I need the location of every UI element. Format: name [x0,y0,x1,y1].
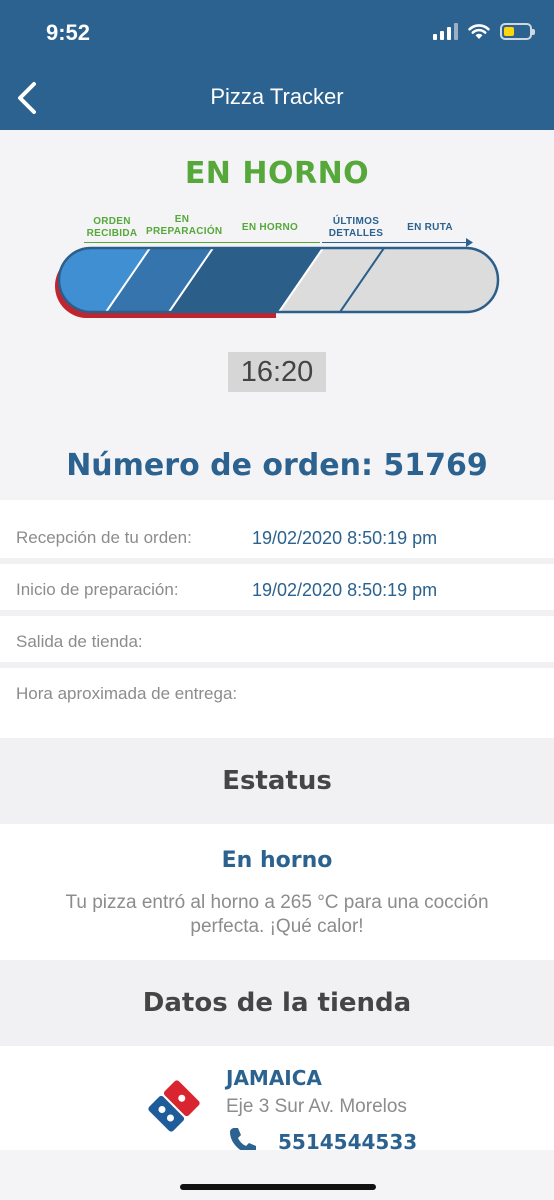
step-label-en-ruta: EN RUTA [407,222,453,233]
status-time: 9:52 [46,20,91,45]
home-indicator[interactable] [180,1184,376,1190]
store-info: JAMAICA Eje 3 Sur Av. Morelos 5514544533 [0,1046,554,1156]
status-description: Tu pizza entró al horno a 265 °C para un… [65,892,489,937]
page-title: Pizza Tracker [210,84,344,109]
detail-row: Inicio de preparación: 19/02/2020 8:50:1… [0,564,554,616]
status-icons [433,22,535,40]
status-block: En horno Tu pizza entró al horno a 265 °… [0,824,554,960]
step-label-preparacion: EN PREPARACIÓN [146,214,223,237]
stage-title: EN HORNO [184,156,370,191]
top-bar: 9:52 Pizza Tracker [0,0,554,130]
store-address: Eje 3 Sur Av. Morelos [226,1096,407,1117]
detail-label: Hora aproximada de entrega: [16,684,238,703]
timer: 16:20 [228,352,326,392]
detail-label: Salida de tienda: [16,632,143,651]
battery-icon [500,22,535,40]
status-title: En horno [221,848,333,873]
detail-row: Salida de tienda: [0,616,554,668]
detail-label: Inicio de preparación: [16,580,179,599]
store-name: JAMAICA [226,1066,322,1090]
detail-row: Hora aproximada de entrega: [0,668,554,720]
step-label-ultimos-detalles: ÚLTIMOS DETALLES [328,216,384,239]
signal-icon [433,22,458,40]
status-heading: Estatus [0,738,554,824]
order-details: Recepción de tu orden: 19/02/2020 8:50:1… [0,512,554,720]
bottom-area [0,1150,554,1200]
progress-bar [55,246,500,318]
dominos-logo-icon [146,1078,202,1134]
store-heading: Datos de la tienda [0,960,554,1046]
detail-row: Recepción de tu orden: 19/02/2020 8:50:1… [0,512,554,564]
pizza-tracker: EN HORNO ORDEN RECIBIDA EN PREPARACIÓN EN … [0,130,554,500]
detail-value: 19/02/2020 8:50:19 pm [252,528,438,548]
order-number: Número de orden: 51769 [66,448,488,483]
detail-value: 19/02/2020 8:50:19 pm [252,580,438,600]
detail-label: Recepción de tu orden: [16,528,192,547]
step-label-en-horno: EN HORNO [241,222,299,233]
wifi-icon [468,23,490,39]
step-label-orden-recibida: ORDEN RECIBIDA [86,216,138,239]
